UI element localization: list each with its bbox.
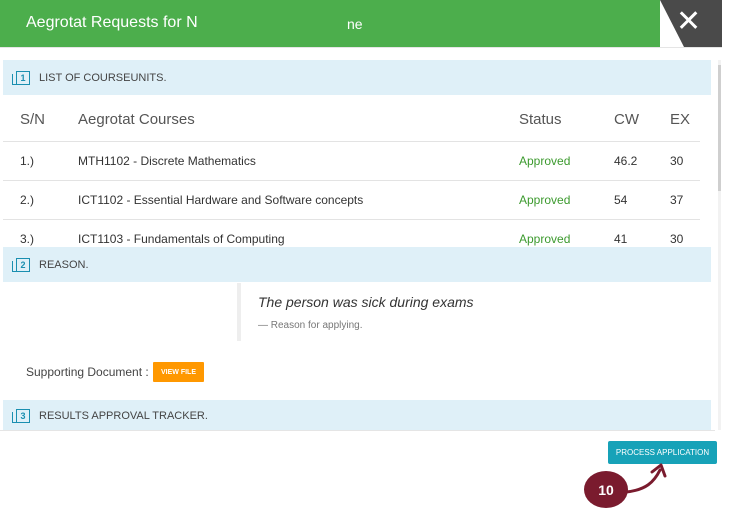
cell-cw: 46.2	[613, 141, 669, 181]
cell-ex: 37	[669, 180, 700, 220]
close-icon[interactable]: ✕	[676, 7, 701, 37]
column-header-ex: EX	[669, 97, 700, 142]
modal-title: Aegrotat Requests for N	[26, 14, 198, 31]
modal-header: Aegrotat Requests for N ne	[0, 0, 660, 47]
table-row: 2.) ICT1102 - Essential Hardware and Sof…	[3, 180, 700, 220]
section-number-icon: 1	[12, 70, 30, 85]
table-header-row: S/N Aegrotat Courses Status CW EX	[3, 97, 700, 142]
cell-cw: 54	[613, 180, 669, 220]
cell-status: Approved	[518, 180, 613, 220]
reason-blockquote: The person was sick during exams — Reaso…	[237, 283, 661, 341]
modal-scrollbar[interactable]	[718, 60, 721, 430]
section-tracker-header: 3 RESULTS APPROVAL TRACKER.	[3, 400, 711, 431]
cell-sn: 1.)	[3, 141, 77, 181]
cell-course: MTH1102 - Discrete Mathematics	[77, 141, 518, 181]
modal-title-suffix: ne	[347, 16, 363, 32]
section-label: REASON.	[39, 258, 89, 271]
supporting-document-label: Supporting Document :	[26, 365, 149, 379]
table-row: 1.) MTH1102 - Discrete Mathematics Appro…	[3, 141, 700, 181]
cell-course: ICT1102 - Essential Hardware and Softwar…	[77, 180, 518, 220]
cell-status: Approved	[518, 141, 613, 181]
header-divider	[0, 47, 722, 48]
content-divider	[0, 430, 715, 431]
section-number-icon: 3	[12, 408, 30, 423]
curved-arrow-icon	[624, 463, 667, 494]
step-number-badge: 10	[584, 471, 628, 508]
column-header-course: Aegrotat Courses	[77, 97, 518, 142]
column-header-sn: S/N	[3, 97, 77, 142]
courses-table: S/N Aegrotat Courses Status CW EX 1.) MT…	[3, 97, 700, 258]
cell-sn: 2.)	[3, 180, 77, 220]
scrollbar-thumb[interactable]	[718, 65, 721, 191]
section-label: RESULTS APPROVAL TRACKER.	[39, 409, 208, 422]
view-file-button[interactable]: VIEW FILE	[153, 362, 204, 382]
reason-caption: — Reason for applying.	[258, 320, 363, 331]
column-header-status: Status	[518, 97, 613, 142]
section-number-icon: 2	[12, 257, 30, 272]
section-reason-header: 2 REASON.	[3, 247, 711, 282]
column-header-cw: CW	[613, 97, 669, 142]
reason-text: The person was sick during exams	[258, 294, 474, 310]
section-label: LIST OF COURSEUNITS.	[39, 71, 167, 84]
section-courses-header: 1 LIST OF COURSEUNITS.	[3, 60, 711, 95]
cell-ex: 30	[669, 141, 700, 181]
